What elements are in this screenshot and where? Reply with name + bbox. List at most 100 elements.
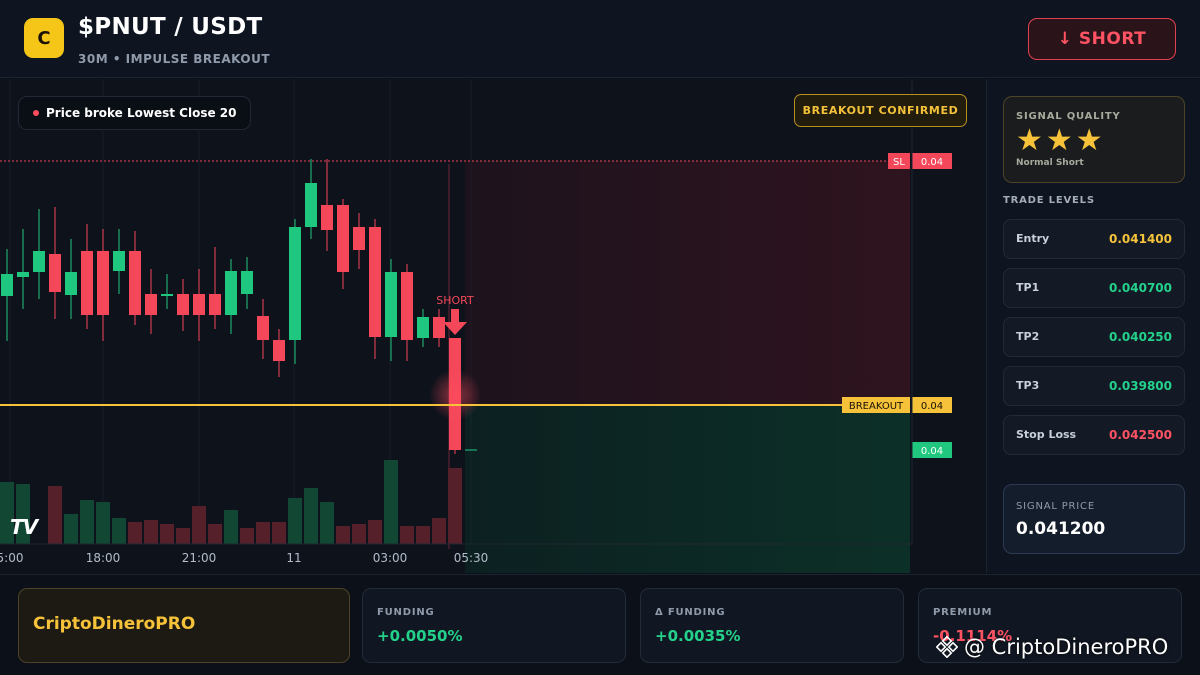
level-value: 0.042500 bbox=[1108, 428, 1172, 442]
volume-bar bbox=[224, 510, 238, 544]
time-label: 05:30 bbox=[454, 551, 489, 565]
volume-bar bbox=[320, 502, 334, 544]
candle-body bbox=[321, 205, 333, 230]
binance-logo-icon bbox=[936, 636, 958, 658]
candle-body bbox=[305, 183, 317, 227]
watermark: @ CriptoDineroPRO bbox=[936, 635, 1168, 659]
candle-body bbox=[369, 227, 381, 337]
signal-price-card: SIGNAL PRICE 0.041200 bbox=[1003, 484, 1185, 554]
level-value: 0.041400 bbox=[1108, 232, 1172, 246]
trade-levels-title: TRADE LEVELS bbox=[1003, 195, 1095, 206]
sl-tag: SL bbox=[893, 157, 905, 168]
breakout-confirmed-badge: BREAKOUT CONFIRMED bbox=[794, 94, 967, 127]
volume-bar bbox=[128, 522, 142, 544]
candle-body bbox=[129, 251, 141, 315]
brand-box: CriptoDineroPRO bbox=[18, 588, 350, 663]
signal-price-value: 0.041200 bbox=[1016, 519, 1106, 539]
coin-logo-icon: C bbox=[24, 18, 64, 58]
volume-bar bbox=[144, 520, 158, 544]
red-dot-icon bbox=[33, 110, 39, 116]
volume-bar bbox=[272, 522, 286, 544]
volume-bar bbox=[368, 520, 382, 544]
signal-price-title: SIGNAL PRICE bbox=[1016, 501, 1095, 512]
volume-bar bbox=[176, 528, 190, 544]
delta-funding-value: +0.0035% bbox=[655, 627, 741, 645]
stop-loss-zone bbox=[465, 161, 910, 405]
signal-quality-card: SIGNAL QUALITY ★★★ Normal Short bbox=[1003, 96, 1185, 183]
bottom-bar: CriptoDineroPRO FUNDING +0.0050% Δ FUNDI… bbox=[0, 574, 1200, 675]
volume-bar bbox=[432, 518, 446, 544]
volume-bar bbox=[256, 522, 270, 544]
chart-canvas: SL 0.04 BREAKOUT 0.04 0.04 SHORT 5:00 18… bbox=[0, 79, 952, 573]
price-chart[interactable]: SL 0.04 BREAKOUT 0.04 0.04 SHORT 5:00 18… bbox=[0, 79, 985, 573]
level-value: 0.040700 bbox=[1108, 281, 1172, 295]
volume-bar bbox=[192, 506, 206, 544]
candle-body bbox=[145, 294, 157, 315]
time-label: 21:00 bbox=[182, 551, 217, 565]
candle-body bbox=[337, 205, 349, 272]
volume-bar bbox=[352, 524, 366, 544]
candle-body bbox=[65, 272, 77, 295]
candle-body bbox=[257, 316, 269, 340]
short-button[interactable]: ↓ SHORT bbox=[1028, 18, 1176, 60]
candle-body bbox=[353, 227, 365, 250]
level-label: TP3 bbox=[1016, 379, 1040, 392]
breakout-value: 0.04 bbox=[921, 401, 943, 412]
signal-glow bbox=[429, 369, 481, 421]
candle-body bbox=[209, 294, 221, 315]
candle-body bbox=[289, 227, 301, 340]
candle-body bbox=[193, 294, 205, 315]
funding-card: FUNDING +0.0050% bbox=[362, 588, 626, 663]
info-pill: Price broke Lowest Close 20 bbox=[18, 96, 252, 130]
tradingview-logo-icon: TV bbox=[10, 515, 38, 539]
brand-name: CriptoDineroPRO bbox=[33, 614, 196, 634]
time-label: 18:00 bbox=[86, 551, 121, 565]
volume-bar bbox=[48, 486, 62, 544]
pair-subtitle: 30M • IMPULSE BREAKOUT bbox=[78, 52, 271, 66]
level-row-stop-loss: Stop Loss 0.042500 bbox=[1003, 415, 1185, 455]
watermark-text: @ CriptoDineroPRO bbox=[964, 635, 1169, 659]
sidebar: SIGNAL QUALITY ★★★ Normal Short TRADE LE… bbox=[986, 79, 1200, 573]
premium-title: PREMIUM bbox=[933, 607, 993, 618]
short-marker-label: SHORT bbox=[436, 294, 474, 307]
star-rating-icon: ★★★ bbox=[1016, 123, 1106, 158]
header: C $PNUT / USDT 30M • IMPULSE BREAKOUT ↓ … bbox=[0, 0, 1200, 78]
volume-bar bbox=[336, 526, 350, 544]
breakout-tag: BREAKOUT bbox=[849, 401, 904, 412]
volume-bar bbox=[80, 500, 94, 544]
signal-quality-label: Normal Short bbox=[1016, 158, 1084, 168]
candle-body bbox=[417, 317, 429, 338]
candle-body bbox=[97, 251, 109, 315]
candle-body bbox=[1, 274, 13, 296]
volume-bar bbox=[96, 502, 110, 544]
volume-bar bbox=[400, 526, 414, 544]
level-label: TP2 bbox=[1016, 330, 1040, 343]
candle-body bbox=[385, 272, 397, 337]
level-value: 0.039800 bbox=[1108, 379, 1172, 393]
candlesticks bbox=[1, 159, 461, 454]
level-row-tp3: TP3 0.039800 bbox=[1003, 366, 1185, 406]
target-zone bbox=[465, 405, 910, 573]
level-row-entry: Entry 0.041400 bbox=[1003, 219, 1185, 259]
candle-body bbox=[241, 271, 253, 294]
candle-body bbox=[81, 251, 93, 315]
volume-bar bbox=[288, 498, 302, 544]
sl-value: 0.04 bbox=[921, 157, 943, 168]
level-value: 0.040250 bbox=[1108, 330, 1172, 344]
candle-body bbox=[113, 251, 125, 271]
level-row-tp2: TP2 0.040250 bbox=[1003, 317, 1185, 357]
time-label: 11 bbox=[286, 551, 301, 565]
candle-body bbox=[33, 251, 45, 272]
candle-body bbox=[49, 254, 61, 292]
candle-body bbox=[17, 272, 29, 277]
candle-body bbox=[225, 271, 237, 315]
current-value: 0.04 bbox=[921, 446, 943, 457]
candle-body bbox=[161, 294, 173, 296]
volume-bar bbox=[384, 460, 398, 544]
pair-title: $PNUT / USDT bbox=[78, 14, 263, 40]
candle-body bbox=[273, 340, 285, 361]
funding-title: FUNDING bbox=[377, 607, 435, 618]
volume-bar bbox=[240, 528, 254, 544]
time-label: 03:00 bbox=[373, 551, 408, 565]
signal-quality-title: SIGNAL QUALITY bbox=[1016, 111, 1121, 122]
